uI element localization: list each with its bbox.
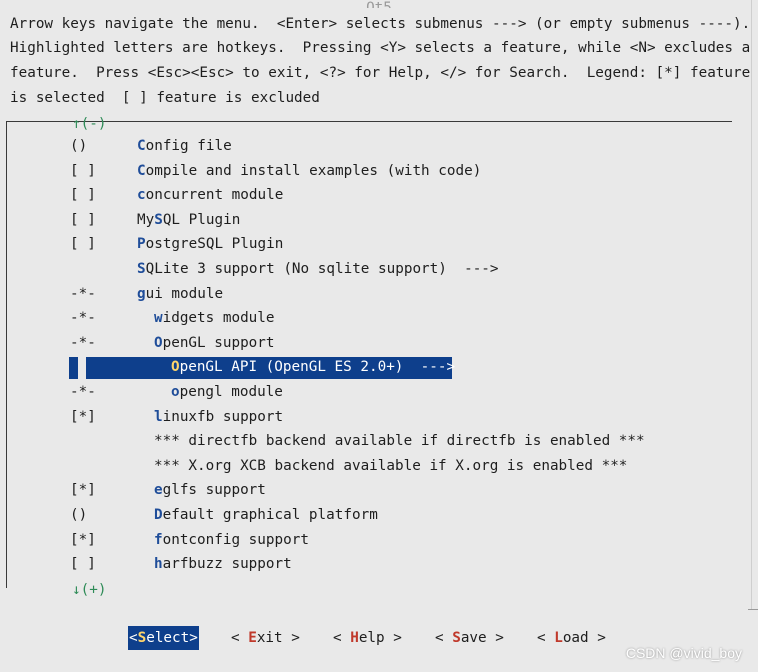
help-text-line-3: feature. Press <Esc><Esc> to exit, <?> f… xyxy=(10,65,751,81)
menu-item[interactable]: () Default graphical platform xyxy=(0,503,758,527)
menu-item-label: OpenGL API (OpenGL ES 2.0+) ---> xyxy=(171,359,456,376)
load-button[interactable]: < Load > xyxy=(537,626,606,650)
menu-item-label: concurrent module xyxy=(137,187,284,204)
hotkey-letter: C xyxy=(137,162,146,179)
menu-item-state: [*] xyxy=(70,531,96,548)
menu-item[interactable]: [ ] harfbuzz support xyxy=(0,552,758,576)
watermark: CSDN @vivid_boy xyxy=(625,645,742,661)
menu-item-label: linuxfb support xyxy=(154,408,284,425)
hotkey-letter: S xyxy=(137,261,146,277)
select-button[interactable]: <Select> xyxy=(128,626,199,650)
hotkey-letter: e xyxy=(154,482,163,499)
save-button[interactable]: < Save > xyxy=(435,626,504,650)
menu-item-state: [ ] xyxy=(70,236,96,253)
menu-item[interactable]: [ ] Compile and install examples (with co… xyxy=(0,159,758,183)
hotkey-letter: S xyxy=(452,630,461,646)
dialog-frame-tick xyxy=(748,609,758,610)
menu-item-label: Default graphical platform xyxy=(154,507,378,523)
menu-item[interactable]: [*] eglfs support xyxy=(0,478,758,502)
menu-item[interactable]: -*- opengl module xyxy=(0,380,758,404)
menu-item[interactable]: [ ] PostgreSQL Plugin xyxy=(0,232,758,256)
selection-marker xyxy=(69,357,78,380)
menu-item-state: [*] xyxy=(70,408,96,425)
menu-frame-top xyxy=(6,121,732,122)
hotkey-letter: c xyxy=(137,187,146,204)
menu-item-state: -*- xyxy=(70,334,96,351)
menu-item-state: [*] xyxy=(70,482,96,499)
menu-item-label: *** directfb backend available if direct… xyxy=(154,433,645,450)
scroll-down-indicator[interactable]: ↓(+) xyxy=(72,578,106,602)
menu-item-label: Compile and install examples (with code) xyxy=(137,162,482,179)
help-text-line-4: is selected [ ] feature is excluded xyxy=(10,90,320,106)
hotkey-letter: P xyxy=(137,236,146,253)
menu-item-label: eglfs support xyxy=(154,482,266,499)
help-button[interactable]: < Help > xyxy=(333,626,402,650)
menu-item[interactable]: -*- OpenGL support xyxy=(0,331,758,355)
menu-item[interactable]: [*] fontconfig support xyxy=(0,528,758,552)
menu-item[interactable]: -*- gui module xyxy=(0,282,758,306)
menu-item-label: fontconfig support xyxy=(154,531,309,548)
menu-item-state: -*- xyxy=(70,285,96,302)
hotkey-letter: L xyxy=(554,630,563,646)
menu-item-state: [ ] xyxy=(70,211,96,228)
menu-item[interactable]: () Config file xyxy=(0,134,758,158)
hotkey-letter: g xyxy=(137,285,146,302)
menu-item-state: -*- xyxy=(70,384,96,400)
hotkey-letter: S xyxy=(137,630,147,646)
menu-item-state: () xyxy=(70,138,88,154)
hotkey-letter: o xyxy=(171,384,180,400)
menu-item-label: widgets module xyxy=(154,310,275,327)
menu-item-state: [ ] xyxy=(70,162,96,179)
window-title: Qt5 xyxy=(0,0,758,8)
hotkey-letter: C xyxy=(137,138,146,154)
menu-item[interactable]: OpenGL API (OpenGL ES 2.0+) ---> xyxy=(0,355,758,380)
menu-item[interactable]: *** directfb backend available if direct… xyxy=(0,429,758,453)
menu-item[interactable]: -*- widgets module xyxy=(0,306,758,330)
menu-item[interactable]: *** X.org XCB backend available if X.org… xyxy=(0,454,758,478)
menu-item-label: Config file xyxy=(137,138,232,154)
hotkey-letter: H xyxy=(350,630,359,646)
menu-item-label: MySQL Plugin xyxy=(137,211,241,228)
scroll-up-indicator[interactable]: ↑(-) xyxy=(72,112,106,136)
hotkey-letter: O xyxy=(171,359,180,376)
hotkey-letter: w xyxy=(154,310,163,327)
help-text-line-2: Highlighted letters are hotkeys. Pressin… xyxy=(10,40,751,56)
menu-item-label: gui module xyxy=(137,285,224,302)
menu-item-label: opengl module xyxy=(171,384,283,400)
hotkey-letter: S xyxy=(154,211,163,228)
hotkey-letter: O xyxy=(154,334,163,351)
menu-item-state: [ ] xyxy=(70,556,96,573)
menu-item-label: OpenGL support xyxy=(154,334,275,351)
hotkey-letter: D xyxy=(154,507,163,523)
menu-item[interactable]: [ ] concurrent module xyxy=(0,183,758,207)
hotkey-letter: f xyxy=(154,531,163,548)
hotkey-letter: l xyxy=(154,408,163,425)
menu-item-label: harfbuzz support xyxy=(154,556,292,573)
menu-item[interactable]: [*] linuxfb support xyxy=(0,405,758,429)
menu-item-label: PostgreSQL Plugin xyxy=(137,236,284,253)
menu-item[interactable]: SQLite 3 support (No sqlite support) ---… xyxy=(0,257,758,281)
hotkey-letter: h xyxy=(154,556,163,573)
hotkey-letter: E xyxy=(248,630,257,646)
menu-item-state: [ ] xyxy=(70,187,96,204)
menu-item-state: -*- xyxy=(70,310,96,327)
help-text-line-1: Arrow keys navigate the menu. <Enter> se… xyxy=(10,16,751,32)
menu-item-state: () xyxy=(70,507,88,523)
exit-button[interactable]: < Exit > xyxy=(231,626,300,650)
menu-item-label: SQLite 3 support (No sqlite support) ---… xyxy=(137,261,499,277)
menu-item[interactable]: [ ] MySQL Plugin xyxy=(0,208,758,232)
menu-item-label: *** X.org XCB backend available if X.org… xyxy=(154,457,628,474)
